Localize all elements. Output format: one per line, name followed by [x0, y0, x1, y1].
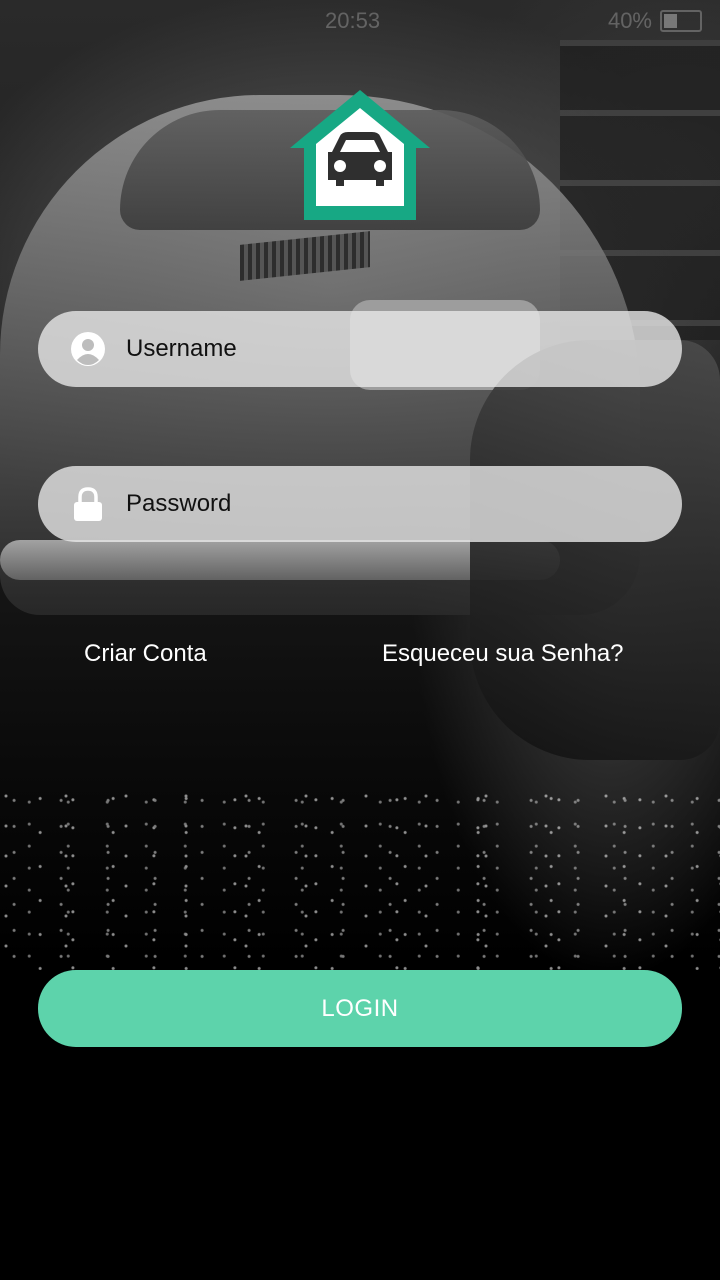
- password-field[interactable]: [38, 466, 682, 542]
- user-icon: [68, 329, 108, 369]
- status-time: 20:53: [325, 8, 381, 33]
- create-account-link[interactable]: Criar Conta: [84, 640, 207, 668]
- background-floor: [0, 790, 720, 970]
- username-field[interactable]: [38, 311, 682, 387]
- login-button[interactable]: LOGIN: [38, 970, 682, 1047]
- battery-icon: [660, 10, 702, 32]
- password-input[interactable]: [124, 473, 682, 535]
- battery-percent: 40%: [607, 8, 652, 33]
- status-right: 40%: [608, 8, 702, 34]
- lock-icon: [68, 484, 108, 524]
- login-screen: 20:53 40% Username Criar Conta Esqueceu …: [0, 0, 720, 1280]
- username-input[interactable]: [124, 318, 682, 380]
- app-logo: [288, 88, 432, 222]
- forgot-password-link[interactable]: Esqueceu sua Senha?: [382, 640, 624, 668]
- status-bar: 20:53 40%: [0, 0, 720, 38]
- garage-car-icon: [290, 90, 430, 220]
- background-mechanic: [470, 340, 720, 760]
